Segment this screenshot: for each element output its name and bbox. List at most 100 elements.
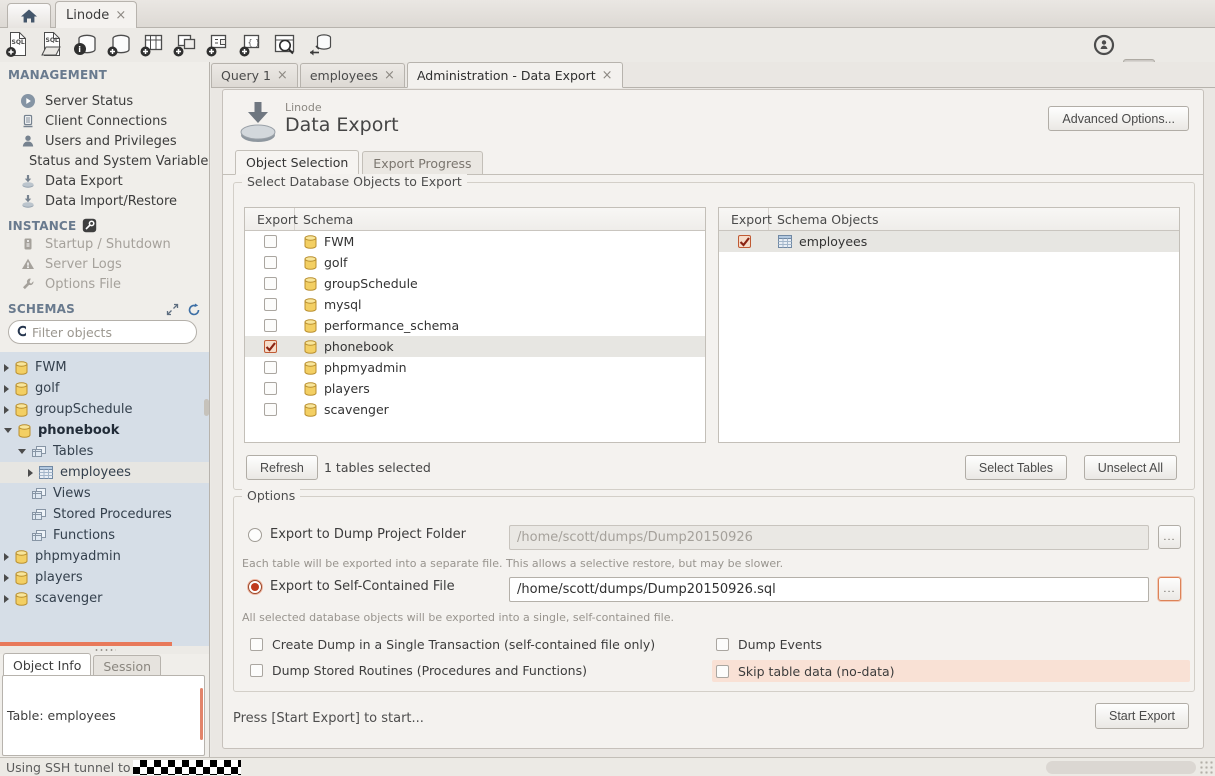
chevron-right-icon[interactable] (4, 385, 9, 393)
dump-stored-routines-option[interactable]: Dump Stored Routines (Procedures and Fun… (250, 663, 587, 678)
column-header-schema[interactable]: Schema (295, 212, 353, 227)
dump-folder-option[interactable]: Export to Dump Project Folder (248, 527, 466, 542)
refresh-button[interactable]: Refresh (246, 455, 318, 480)
tree-item-phpmyadmin[interactable]: phpmyadmin (0, 546, 209, 567)
dump-folder-browse-button[interactable]: ... (1158, 525, 1181, 549)
tree-item-scavenger[interactable]: scavenger (0, 588, 209, 609)
refresh-schemas-icon[interactable] (187, 303, 201, 316)
connection-info-icon[interactable] (1092, 33, 1119, 60)
chevron-right-icon[interactable] (4, 574, 9, 582)
export-checkbox[interactable] (264, 277, 277, 290)
dump-folder-radio[interactable] (248, 528, 262, 542)
connection-tab[interactable]: Linode × (55, 1, 137, 28)
dump-events-checkbox[interactable] (716, 638, 729, 651)
sidebar-item-server-status[interactable]: Server Status (0, 91, 210, 111)
export-checkbox-checked[interactable] (264, 340, 277, 353)
export-checkbox[interactable] (264, 382, 277, 395)
close-icon[interactable]: × (384, 69, 395, 82)
chevron-right-icon[interactable] (4, 364, 9, 372)
skip-table-data-option[interactable]: Skip table data (no-data) (712, 660, 1190, 682)
tree-item-tables[interactable]: Tables (0, 441, 209, 462)
tab-administration-data-export[interactable]: Administration - Data Export× (407, 62, 623, 88)
self-contained-option[interactable]: Export to Self-Contained File (248, 579, 455, 594)
advanced-options-button[interactable]: Advanced Options... (1048, 106, 1189, 131)
create-view-icon[interactable] (172, 31, 199, 58)
create-function-icon[interactable]: { } (238, 31, 265, 58)
new-query-icon[interactable]: SQL (5, 31, 32, 58)
filter-objects-input[interactable] (32, 325, 188, 340)
tree-item-players[interactable]: players (0, 567, 209, 588)
export-checkbox[interactable] (264, 256, 277, 269)
self-contained-path-input[interactable] (509, 577, 1149, 602)
reconnect-database-icon[interactable] (307, 31, 334, 58)
dump-folder-path-input[interactable] (509, 525, 1149, 550)
single-transaction-option[interactable]: Create Dump in a Single Transaction (sel… (250, 637, 655, 652)
close-icon[interactable]: × (277, 69, 288, 82)
chevron-right-icon[interactable] (4, 553, 9, 561)
horizontal-scrollbar-thumb[interactable] (1046, 761, 1196, 774)
column-header-schema-objects[interactable]: Schema Objects (769, 212, 878, 227)
create-table-icon[interactable] (139, 31, 166, 58)
resize-grip-icon[interactable] (1199, 760, 1214, 774)
unselect-all-button[interactable]: Unselect All (1084, 455, 1177, 480)
tree-item-stored-procedures[interactable]: Stored Procedures (0, 504, 209, 525)
chevron-right-icon[interactable] (4, 595, 9, 603)
skip-table-data-checkbox[interactable] (716, 665, 729, 678)
table-row-selected[interactable]: employees (719, 231, 1179, 252)
sidebar-item-status-system-variables[interactable]: Status and System Variables (0, 151, 210, 171)
tab-object-info[interactable]: Object Info (3, 653, 91, 676)
table-row[interactable]: scavenger (245, 399, 705, 420)
export-checkbox[interactable] (264, 319, 277, 332)
start-export-button[interactable]: Start Export (1095, 703, 1189, 729)
expand-panel-icon[interactable] (166, 303, 179, 316)
create-schema-icon[interactable] (106, 31, 133, 58)
dump-stored-routines-checkbox[interactable] (250, 664, 263, 677)
chevron-right-icon[interactable] (4, 406, 9, 414)
table-row[interactable]: golf (245, 252, 705, 273)
close-icon[interactable]: × (115, 9, 126, 22)
column-header-export[interactable]: Export (719, 208, 769, 230)
tab-query-1[interactable]: Query 1× (211, 63, 298, 87)
object-info-scrollbar[interactable] (200, 688, 203, 740)
tree-item-groupschedule[interactable]: groupSchedule (0, 399, 209, 420)
table-row[interactable]: phpmyadmin (245, 357, 705, 378)
tab-employees[interactable]: employees× (300, 63, 405, 87)
sidebar-item-options-file[interactable]: Options File (0, 274, 210, 294)
close-icon[interactable]: × (602, 69, 613, 82)
sidebar-item-data-import[interactable]: Data Import/Restore (0, 191, 210, 211)
table-row-selected[interactable]: phonebook (245, 336, 705, 357)
table-row[interactable]: groupSchedule (245, 273, 705, 294)
tab-session[interactable]: Session (93, 655, 161, 676)
select-tables-button[interactable]: Select Tables (965, 455, 1067, 480)
table-row[interactable]: performance_schema (245, 315, 705, 336)
sidebar-item-data-export[interactable]: Data Export (0, 171, 210, 191)
chevron-down-icon[interactable] (18, 449, 26, 454)
chevron-right-icon[interactable] (28, 469, 33, 477)
export-checkbox-checked[interactable] (738, 235, 751, 248)
tree-item-employees[interactable]: employees (0, 462, 209, 483)
tab-export-progress[interactable]: Export Progress (362, 151, 482, 174)
sidebar-item-server-logs[interactable]: Server Logs (0, 254, 210, 274)
sidebar-item-startup-shutdown[interactable]: Startup / Shutdown (0, 234, 210, 254)
tree-item-views[interactable]: Views (0, 483, 209, 504)
sidebar-scrollbar-thumb[interactable] (204, 399, 209, 416)
table-row[interactable]: players (245, 378, 705, 399)
tree-item-fwm[interactable]: FWM (0, 357, 209, 378)
export-checkbox[interactable] (264, 298, 277, 311)
database-info-icon[interactable]: i (72, 31, 99, 58)
chevron-down-icon[interactable] (4, 428, 12, 433)
create-stored-procedure-icon[interactable] (205, 31, 232, 58)
export-checkbox[interactable] (264, 361, 277, 374)
dump-events-option[interactable]: Dump Events (716, 637, 822, 652)
sidebar-item-client-connections[interactable]: Client Connections (0, 111, 210, 131)
search-table-data-icon[interactable] (271, 31, 298, 58)
sidebar-item-users-privileges[interactable]: Users and Privileges (0, 131, 210, 151)
self-contained-browse-button[interactable]: ... (1158, 577, 1181, 601)
export-checkbox[interactable] (264, 403, 277, 416)
tree-item-functions[interactable]: Functions (0, 525, 209, 546)
export-checkbox[interactable] (264, 235, 277, 248)
table-row[interactable]: mysql (245, 294, 705, 315)
table-row[interactable]: FWM (245, 231, 705, 252)
tree-item-phonebook[interactable]: phonebook (0, 420, 209, 441)
single-transaction-checkbox[interactable] (250, 638, 263, 651)
